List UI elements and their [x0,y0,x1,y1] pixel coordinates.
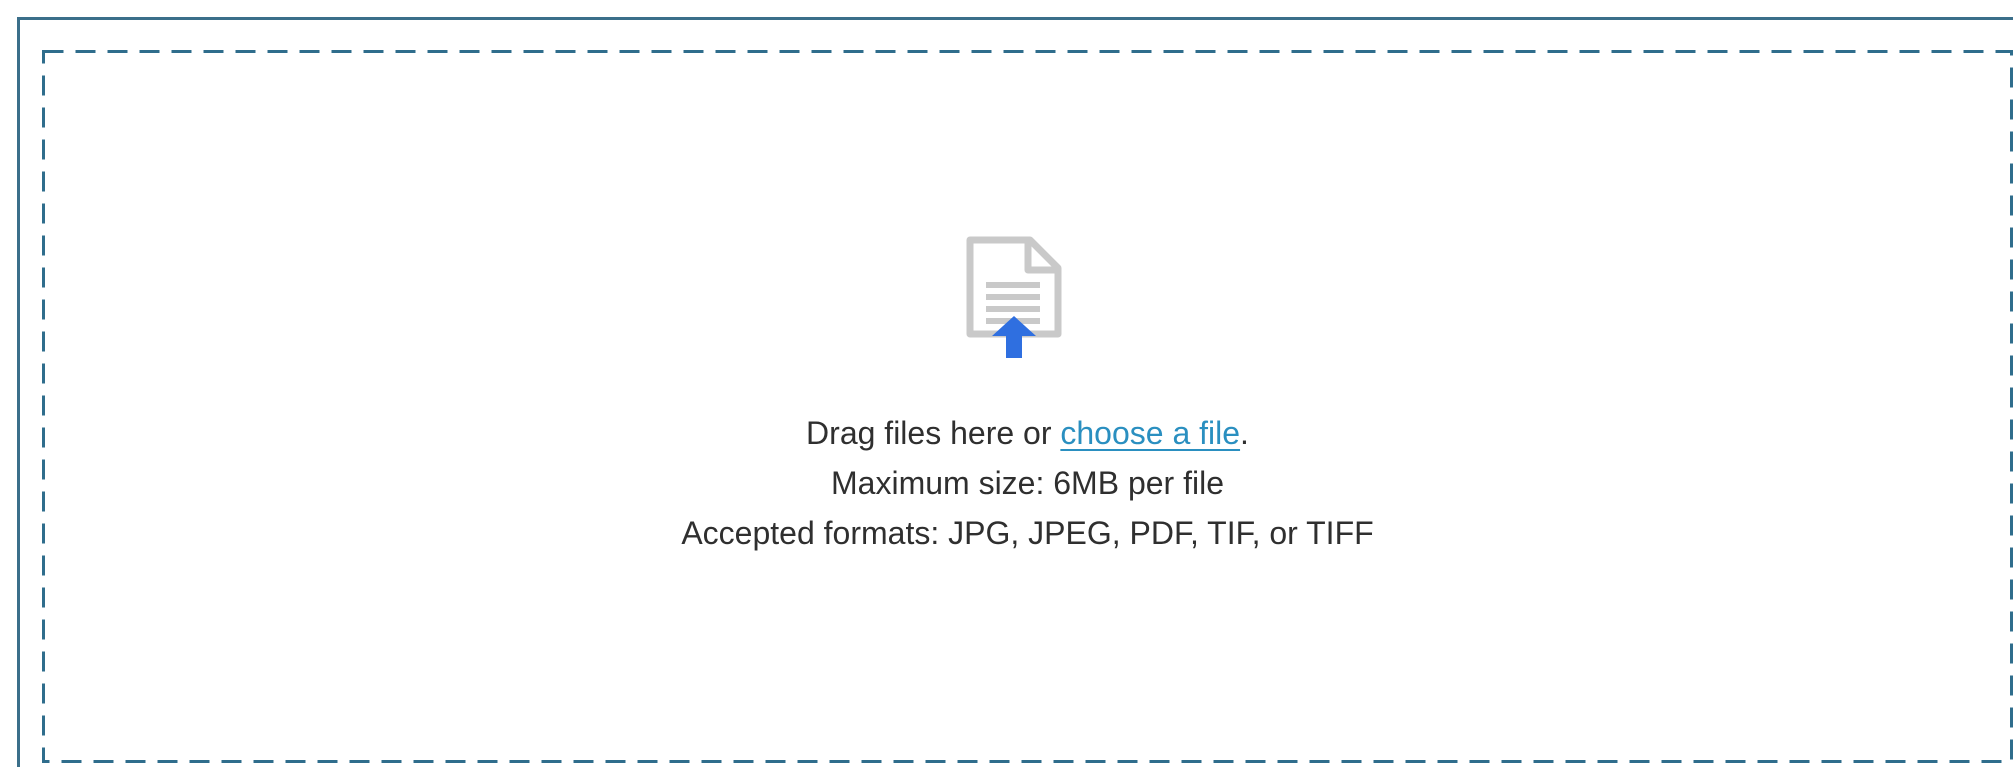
choose-file-link[interactable]: choose a file [1060,415,1240,451]
file-upload-icon [966,236,1062,358]
drag-instruction-period: . [1240,415,1249,451]
drag-instruction-text: Drag files here or [806,415,1061,451]
drag-instruction-line: Drag files here or choose a file. [42,408,2013,458]
drop-zone-instructions: Drag files here or choose a file. Maximu… [42,408,2013,558]
accepted-formats-text: Accepted formats: JPG, JPEG, PDF, TIF, o… [681,515,1374,551]
max-size-text: Maximum size: 6MB per file [831,465,1224,501]
drop-zone-content: Drag files here or choose a file. Maximu… [42,50,2013,763]
file-drop-zone[interactable]: Drag files here or choose a file. Maximu… [42,50,2013,763]
